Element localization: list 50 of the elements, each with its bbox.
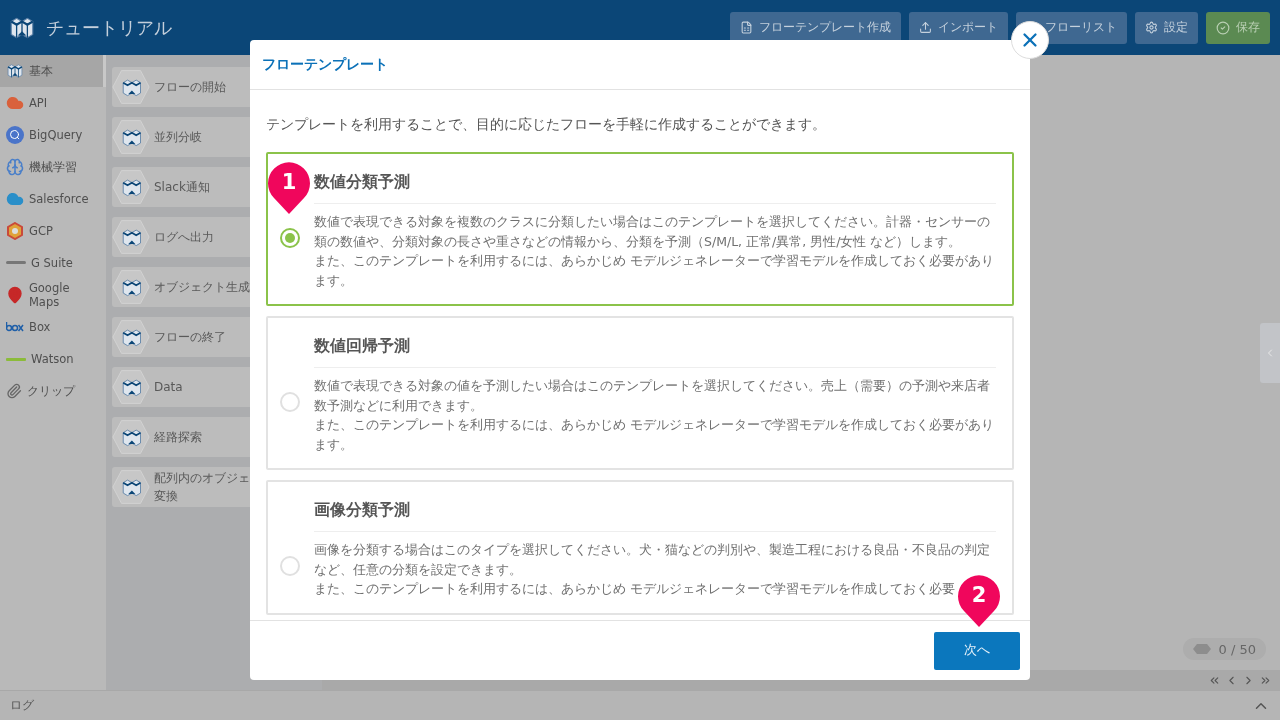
cloud-icon (6, 190, 24, 208)
category-item[interactable]: クリップ (0, 375, 106, 407)
table-icon (740, 21, 753, 34)
log-panel-title: ログ (10, 697, 34, 714)
category-item[interactable]: Salesforce (0, 183, 106, 215)
toolbar-button[interactable]: 設定 (1135, 11, 1198, 44)
search-icon (6, 126, 24, 144)
step-marker: 2 (956, 573, 1002, 629)
template-title: 画像分類予測 (314, 500, 996, 532)
block-hexagon-icon (112, 269, 150, 305)
category-item[interactable]: GCP (0, 215, 106, 247)
category-item[interactable]: Watson (0, 343, 106, 375)
category-item[interactable]: G Suite (0, 247, 106, 279)
radio-button[interactable] (280, 228, 300, 248)
block-counter: 0 / 50 (1182, 638, 1266, 660)
cloud-icon (6, 94, 24, 112)
next-button[interactable]: 次へ (934, 631, 1020, 670)
check-circle-icon (1216, 20, 1230, 35)
category-item[interactable]: Google Maps (0, 279, 106, 311)
step-marker: 1 (266, 160, 312, 216)
block-hexagon-icon (112, 69, 150, 105)
category-item[interactable]: 機械学習 (0, 151, 106, 183)
category-item[interactable]: API (0, 87, 106, 119)
template-description: また、このテンプレートを利用するには、あらかじめ モデルジェネレーターで学習モデルを作成しておく必要 (314, 580, 955, 598)
cube-icon (6, 62, 24, 80)
template-title: 数値分類予測 (314, 172, 996, 204)
save-button[interactable]: 保存 (1206, 11, 1270, 44)
toggle-icon (1192, 644, 1211, 654)
upload-icon (919, 21, 932, 34)
block-hexagon-icon (112, 319, 150, 355)
map-pin-icon (6, 286, 24, 304)
collapse-handle[interactable] (1260, 323, 1280, 383)
block-hexagon-icon (112, 219, 150, 255)
block-hexagon-icon (112, 369, 150, 405)
paperclip-icon (6, 383, 22, 399)
brain-icon (6, 158, 24, 176)
block-hexagon-icon (112, 169, 150, 205)
block-hexagon-icon (112, 419, 150, 455)
app-title: チュートリアル (46, 15, 173, 40)
template-title: 数値回帰予測 (314, 336, 996, 368)
category-item[interactable]: Box (0, 311, 106, 343)
hexagon-icon (6, 222, 24, 240)
block-hexagon-icon (112, 119, 150, 155)
block-hexagon-icon (112, 469, 150, 505)
category-item[interactable]: 基本 (0, 55, 106, 87)
category-item[interactable]: BigQuery (0, 119, 106, 151)
radio-button[interactable] (280, 392, 300, 412)
template-card[interactable]: 数値回帰予測 数値で表現できる対象の値を予測したい場合はこのテンプレートを選択してください。売上（需要）の予測や来店者数予測などに利用できます。 また、このテンプレートを利用するには、あらかじめ モデルジェネレーターで学習モデルを作成しておく必要があります。 (266, 316, 1014, 470)
settings-icon (1145, 21, 1158, 34)
radio-button[interactable] (280, 556, 300, 576)
